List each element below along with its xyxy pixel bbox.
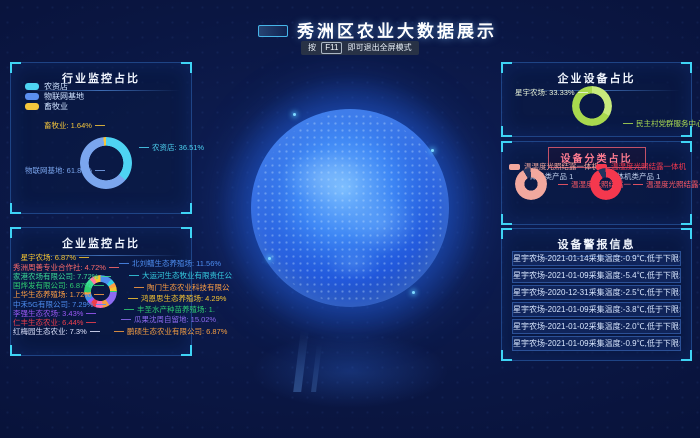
dashboard: 秀洲区农业大数据展示 按 F11 即可退出全屏模式 行业监控占比 农资店 物联网… (0, 0, 700, 438)
alarm-row: 星宇农场-2020-12-31采集温度:-2.5℃,低于下限:0℃ (512, 285, 681, 300)
panel-device-class: 设备分类占比 温湿度光照结露一体机 一体机类产品 1 温湿度光照结露一 温湿度光… (501, 141, 692, 225)
corner-accent (681, 350, 692, 361)
legend-swatch (25, 83, 39, 90)
floor-glow (248, 332, 452, 410)
glow-dot (412, 291, 415, 294)
device-class-donut-left[interactable] (515, 168, 547, 200)
alarm-row: 星宇农场-2021-01-09采集温度:-0.9℃,低于下限:0℃ (512, 336, 681, 351)
legend-item[interactable]: 畜牧业 (25, 101, 68, 112)
panel-industry-monitor: 行业监控占比 农资店 物联网基地 畜牧业 畜牧业: 1.64% 农资店: 36.… (10, 62, 192, 214)
chart-label: 家港农场有限公司: 7.72% (13, 273, 89, 281)
corner-accent (501, 350, 512, 361)
globe (251, 109, 449, 307)
page-title: 秀洲区农业大数据展示 (297, 17, 497, 42)
chart-label: 农资店: 36.51% (139, 144, 204, 152)
chart-label: 畜牧业: 1.64% (44, 122, 105, 130)
device-class-donut-right[interactable] (590, 168, 622, 200)
legend-swatch (509, 164, 520, 170)
corner-accent (501, 214, 512, 225)
alarm-row: 星宇农场-2021-01-02采集温度:-2.0℃,低于下限:0℃ (512, 319, 681, 334)
glow-dot (293, 113, 296, 116)
corner-accent (681, 141, 692, 152)
legend-swatch (25, 93, 39, 100)
panel-enterprise-device: 企业设备占比 星宇农场: 33.33% 民主村党群服务中心: (501, 62, 692, 137)
legend-label: 畜牧业 (44, 101, 68, 112)
alarm-row: 星宇农场-2021-01-09采集温度:-3.8℃,低于下限:0℃ (512, 302, 681, 317)
chart-label: 北刘鳝生态养殖场: 11.56% (119, 260, 221, 268)
alarm-row: 星宇农场-2021-01-09采集温度:-5.4℃,低于下限:0℃ (512, 268, 681, 283)
corner-accent (681, 214, 692, 225)
chart-label: 民主村党群服务中心: (623, 120, 700, 128)
chart-label: 鹏硕生态农业有限公司: 6.87% (114, 328, 227, 336)
panel-enterprise-monitor: 企业监控占比 星宇农场: 6.87% 秀洲周善专业合作社: 4.72% 家港农场… (10, 227, 192, 356)
panel-title: 设备警报信息 (502, 229, 691, 252)
chart-label: 物联网基地: 61.85% (25, 167, 105, 175)
chart-label: 星宇农场: 6.87% (13, 254, 89, 262)
corner-accent (10, 203, 21, 214)
alarm-row: 星宇农场-2021-01-14采集温度:-0.9℃,低于下限:0℃ (512, 251, 681, 266)
chart-label: 上华生态养殖场: 1.72% (13, 291, 89, 299)
glow-dot (268, 257, 271, 260)
industry-donut-chart[interactable] (80, 137, 132, 189)
panel-title: 企业设备占比 (502, 63, 691, 86)
chart-label: 李强生态农场: 3.43% (13, 310, 89, 318)
tip-prefix: 按 (308, 43, 316, 52)
legend-swatch (25, 103, 39, 110)
chart-label: 仁丰生态农业: 6.44% (13, 319, 89, 327)
chart-label: 瓜果沈周自留地: 15.02% (121, 316, 216, 324)
chart-label: 鸿恩思生态养殖场: 4.29% (128, 295, 226, 303)
chart-label: 陶门生态农业科技有限公 (134, 284, 230, 292)
f11-key: F11 (321, 42, 342, 54)
panel-device-alarms: 设备警报信息 星宇农场-2021-01-14采集温度:-0.9℃,低于下限:0℃… (501, 228, 692, 361)
chart-label: 星宇农场: 33.33% (515, 89, 588, 97)
corner-accent (181, 345, 192, 356)
glow-dot (431, 149, 434, 152)
corner-accent (181, 203, 192, 214)
chart-label: 丰圣水产种苗养殖场: 1. (124, 306, 215, 314)
chart-callout: 温湿度光照结露一 (633, 181, 700, 189)
corner-accent (501, 126, 512, 137)
corner-accent (10, 345, 21, 356)
globe-dot-texture (255, 113, 445, 303)
panel-title: 企业监控占比 (11, 228, 191, 251)
chart-label: 大运河生态牧业有限责任公 (129, 272, 232, 280)
brand-logo (258, 25, 288, 37)
chart-label: 秀洲周善专业合作社: 4.72% (13, 264, 89, 272)
fullscreen-tip: 按 F11 即可退出全屏模式 (301, 41, 419, 55)
chart-label: 中禾5G有限公司: 7.29% (13, 301, 89, 309)
chart-label: 国烨发有限公司: 6.87% (13, 282, 89, 290)
corner-accent (501, 141, 512, 152)
chart-label: 红梅园生态农业: 7.3% (13, 328, 89, 336)
tip-suffix: 即可退出全屏模式 (348, 43, 412, 52)
